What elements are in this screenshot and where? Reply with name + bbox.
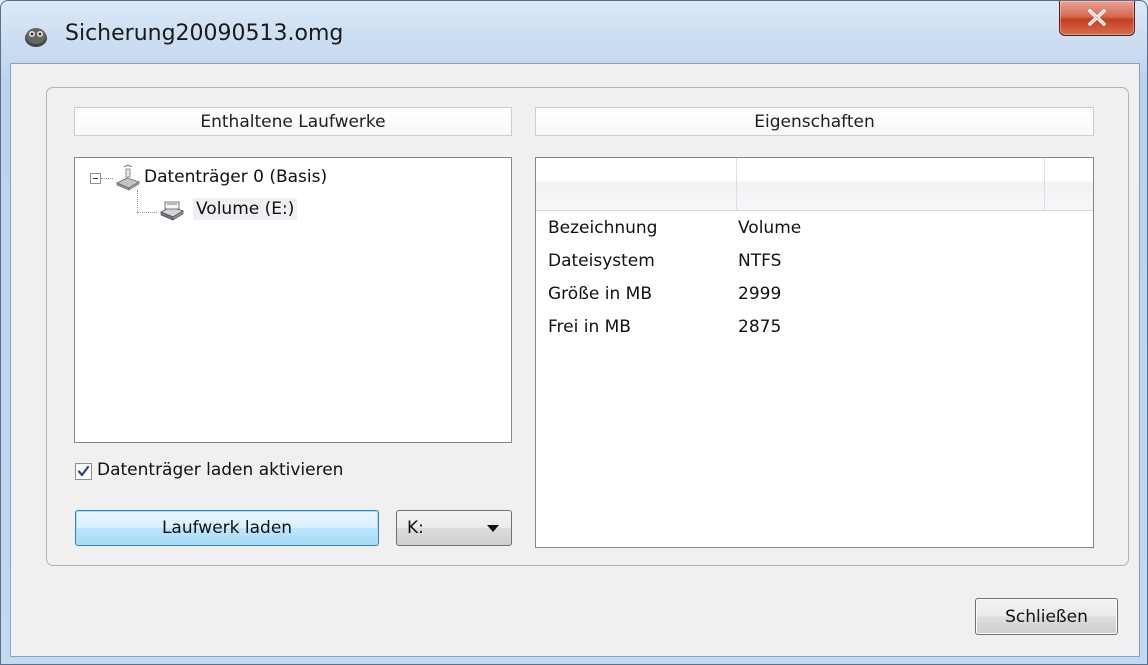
enable-load-disk-label[interactable]: Datenträger laden aktivieren [97, 460, 343, 480]
dialog-window: Sicherung20090513.omg Enthaltene Laufwer… [0, 0, 1148, 665]
disk-icon [115, 165, 141, 195]
drives-groupbox: Enthaltene Laufwerke Eigenschaften Daten… [46, 87, 1129, 566]
drive-letter-select[interactable]: K: [396, 510, 512, 546]
drives-tree[interactable]: Datenträger 0 (Basis) Volume (E:) [74, 157, 512, 443]
tree-connector [101, 178, 113, 179]
properties-list-header [536, 158, 1093, 211]
properties-header: Eigenschaften [535, 107, 1094, 136]
properties-header-label: Eigenschaften [754, 111, 875, 132]
property-value: Volume [738, 218, 802, 238]
property-key: Bezeichnung [548, 218, 658, 238]
load-drive-button-label: Laufwerk laden [161, 518, 293, 538]
window-title: Sicherung20090513.omg [65, 21, 344, 46]
tree-item-disk-0[interactable]: Datenträger 0 (Basis) [141, 166, 330, 188]
close-button[interactable]: Schließen [975, 598, 1118, 635]
app-icon [23, 23, 49, 49]
property-key: Frei in MB [548, 317, 631, 337]
property-value: 2875 [738, 317, 782, 337]
property-value: 2999 [738, 284, 782, 304]
drive-letter-value: K: [407, 518, 424, 538]
column-separator[interactable] [1044, 158, 1045, 210]
column-separator[interactable] [736, 158, 737, 210]
close-button-label: Schließen [1005, 606, 1088, 627]
chevron-down-icon [487, 525, 499, 532]
properties-list[interactable]: Bezeichnung Volume Dateisystem NTFS Größ… [535, 157, 1094, 548]
enable-load-disk-checkbox[interactable] [75, 463, 92, 480]
drives-header: Enthaltene Laufwerke [74, 107, 512, 136]
tree-item-volume-e[interactable]: Volume (E:) [193, 198, 298, 220]
volume-icon [159, 198, 185, 226]
load-drive-button[interactable]: Laufwerk laden [75, 510, 379, 546]
drives-header-label: Enthaltene Laufwerke [200, 111, 386, 132]
property-key: Größe in MB [548, 284, 652, 304]
property-key: Dateisystem [548, 251, 655, 271]
checkmark-icon [77, 465, 90, 477]
title-bar[interactable]: Sicherung20090513.omg [1, 1, 1147, 63]
close-icon [1088, 9, 1106, 26]
property-value: NTFS [738, 251, 782, 271]
collapse-toggle-icon[interactable] [90, 173, 101, 184]
tree-connector [137, 212, 157, 213]
dialog-client-area: Enthaltene Laufwerke Eigenschaften Daten… [10, 63, 1140, 657]
window-close-button[interactable] [1059, 1, 1135, 36]
